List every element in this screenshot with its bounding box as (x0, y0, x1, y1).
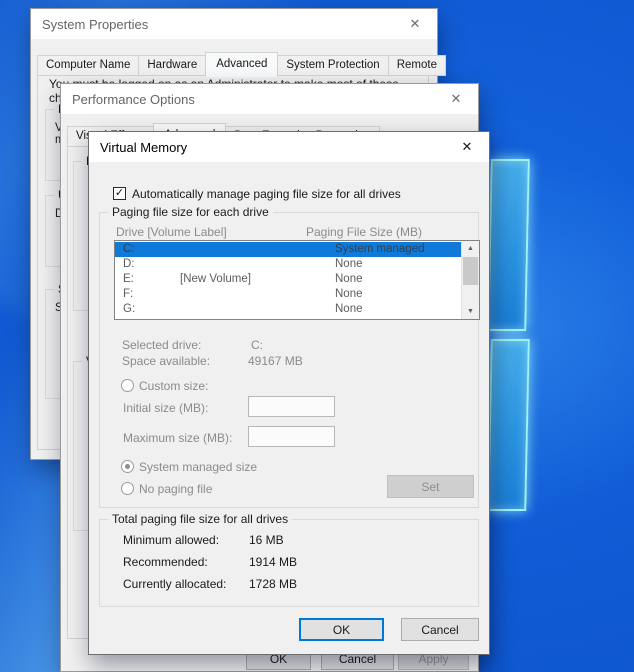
auto-manage-checkbox[interactable]: ✓ (113, 187, 126, 200)
list-scrollbar[interactable]: ▲ ▼ (461, 241, 479, 319)
drive-size: System managed (335, 243, 425, 255)
initial-size-label: Initial size (MB): (123, 401, 209, 415)
drive-volume: [New Volume] (180, 273, 251, 285)
minimum-allowed-label: Minimum allowed: (123, 533, 220, 547)
drive-size: None (335, 303, 363, 315)
window-title: Performance Options (72, 91, 195, 107)
drive-size: None (335, 273, 363, 285)
space-available-value: 49167 MB (248, 354, 303, 368)
drive-volume (180, 242, 335, 257)
drive-letter: E: (123, 273, 134, 285)
tab-system-protection[interactable]: System Protection (277, 55, 389, 76)
custom-size-radio (121, 379, 134, 392)
windows-logo-pane-bottom (487, 339, 530, 511)
drive-volume (180, 302, 335, 317)
window-title: Virtual Memory (100, 139, 188, 155)
window-title: System Properties (42, 16, 149, 32)
cancel-button[interactable]: Cancel (401, 618, 479, 641)
auto-manage-label: Automatically manage paging file size fo… (132, 187, 401, 201)
currently-allocated-value: 1728 MB (249, 577, 298, 591)
selected-drive-value: C: (251, 338, 263, 352)
drive-size: None (335, 288, 363, 300)
windows-logo-pane-top (487, 159, 530, 331)
desktop-wallpaper: System Properties ✕ Computer Name Hardwa… (0, 0, 634, 672)
tab-advanced[interactable]: Advanced (205, 52, 279, 77)
ok-button[interactable]: OK (299, 618, 384, 641)
scroll-up-icon[interactable]: ▲ (462, 241, 479, 256)
drive-size: None (335, 258, 363, 270)
tab-hardware[interactable]: Hardware (138, 55, 207, 76)
column-header-drive: Drive [Volume Label] (116, 225, 227, 239)
maximum-size-input (248, 426, 335, 447)
drive-list[interactable]: C: System managed D: None E: [New Volume… (114, 240, 480, 320)
drive-row[interactable]: C: System managed (115, 242, 462, 257)
drive-volume (180, 287, 335, 302)
group-label: Total paging file size for all drives (108, 512, 293, 526)
drive-row[interactable]: G: None (115, 302, 462, 317)
close-icon[interactable]: ✕ (445, 132, 489, 162)
drive-volume (180, 257, 335, 272)
drive-letter: C: (123, 243, 135, 255)
selected-drive-label: Selected drive: (122, 338, 202, 352)
recommended-label: Recommended: (123, 555, 208, 569)
scroll-thumb[interactable] (463, 257, 478, 285)
drive-letter: F: (123, 288, 134, 300)
group-label: Paging file size for each drive (108, 205, 273, 219)
no-paging-file-radio (121, 482, 134, 495)
system-properties-titlebar[interactable]: System Properties ✕ (31, 9, 437, 39)
tab-remote[interactable]: Remote (387, 55, 446, 76)
close-icon[interactable]: ✕ (434, 84, 478, 114)
set-button: Set (387, 475, 474, 498)
drive-row[interactable]: E: [New Volume] None (115, 272, 462, 287)
custom-size-label: Custom size: (139, 379, 209, 393)
scroll-down-icon[interactable]: ▼ (462, 304, 479, 319)
column-header-size: Paging File Size (MB) (306, 225, 423, 239)
drive-letter: D: (123, 258, 135, 270)
currently-allocated-label: Currently allocated: (123, 577, 227, 591)
drive-row[interactable]: F: None (115, 287, 462, 302)
maximum-size-label: Maximum size (MB): (123, 431, 233, 445)
system-managed-label: System managed size (139, 460, 258, 474)
system-managed-radio (121, 460, 134, 473)
drive-row[interactable]: D: None (115, 257, 462, 272)
performance-options-titlebar[interactable]: Performance Options ✕ (61, 84, 478, 114)
tab-computer-name[interactable]: Computer Name (37, 55, 140, 76)
recommended-value: 1914 MB (249, 555, 298, 569)
virtual-memory-window: Virtual Memory ✕ ✓ Automatically manage … (88, 131, 490, 655)
checkmark-icon: ✓ (114, 186, 125, 199)
no-paging-file-label: No paging file (139, 482, 213, 496)
close-icon[interactable]: ✕ (393, 9, 437, 39)
space-available-label: Space available: (122, 354, 211, 368)
minimum-allowed-value: 16 MB (249, 533, 284, 547)
initial-size-input (248, 396, 335, 417)
drive-letter: G: (123, 303, 136, 315)
virtual-memory-titlebar[interactable]: Virtual Memory ✕ (89, 132, 489, 162)
